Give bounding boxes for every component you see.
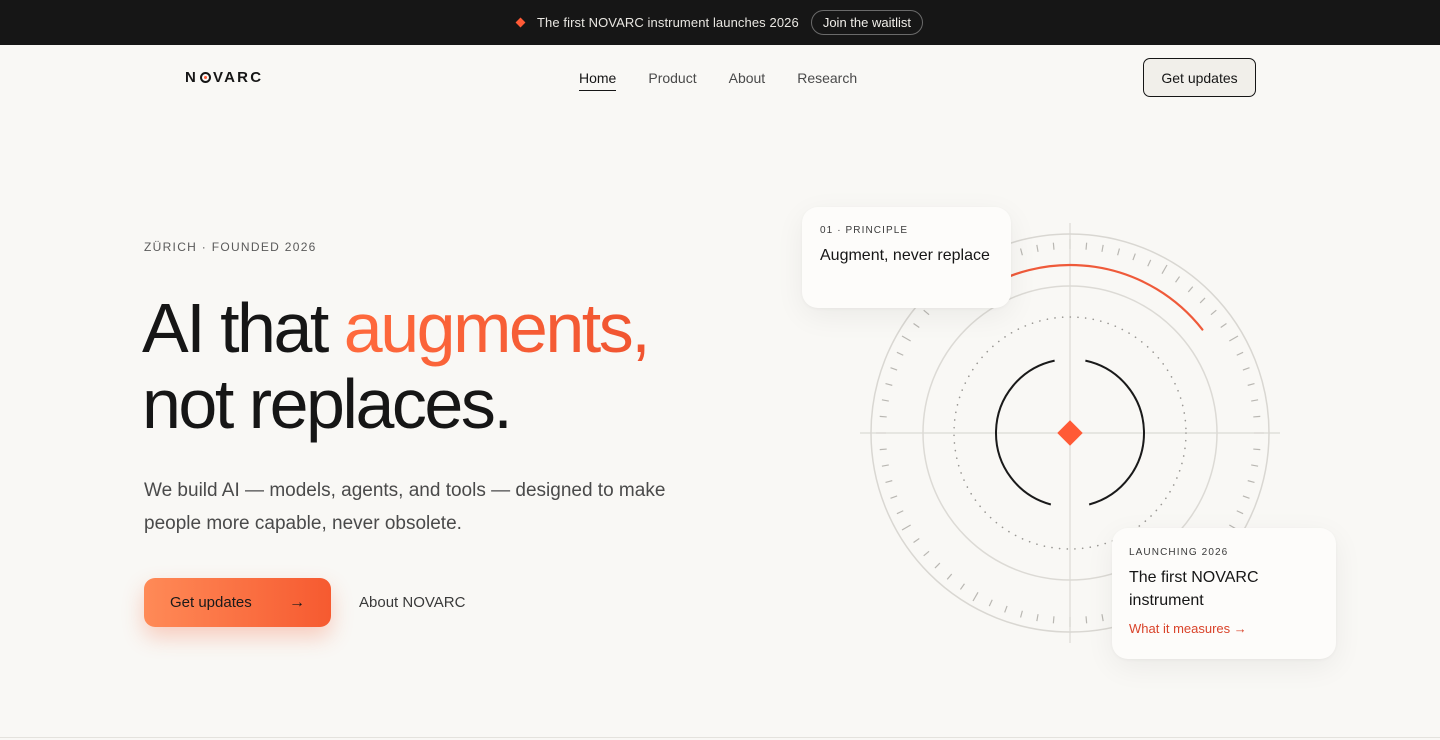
nav-link-research[interactable]: Research	[797, 70, 857, 91]
dial-tick	[896, 510, 904, 515]
dial-tick	[1052, 242, 1055, 250]
dial-tick	[1019, 610, 1023, 618]
logo-text-start: N	[185, 69, 199, 86]
dial-tick	[890, 495, 898, 499]
dial-tick	[901, 524, 911, 531]
center-diamond-icon	[1057, 420, 1083, 446]
dial-tick	[913, 538, 920, 544]
dial-tick	[1251, 464, 1259, 467]
launch-kicker: LAUNCHING 2026	[1129, 547, 1229, 558]
hero-headline: AI that augments, not replaces.	[142, 290, 762, 442]
dial-tick	[1085, 242, 1088, 250]
dial-tick	[972, 592, 979, 602]
dial-tick	[1132, 253, 1136, 261]
announcement-bar: The first NOVARC instrument launches 202…	[0, 0, 1440, 45]
principle-card: 01 · PRINCIPLE Augment, never replace	[802, 207, 1011, 308]
dial-tick	[1052, 616, 1055, 624]
dial-tick	[1147, 259, 1152, 267]
dial-tick	[1187, 286, 1194, 293]
hero-eyebrow: ZÜRICH · FOUNDED 2026	[144, 240, 317, 254]
nav-link-about[interactable]: About	[729, 70, 766, 91]
dial-tick	[1236, 510, 1244, 515]
announcement-text: The first NOVARC instrument launches 202…	[537, 15, 799, 30]
principle-kicker: 01 · PRINCIPLE	[820, 225, 909, 236]
dial-tick	[1019, 248, 1023, 256]
dial-tick	[1253, 448, 1261, 451]
dial-tick	[1242, 367, 1250, 371]
dial-tick	[1004, 605, 1008, 613]
dial-tick	[1036, 244, 1039, 252]
get-updates-hero-button[interactable]: Get updates →	[144, 578, 331, 627]
logo-o-mark-icon	[200, 72, 212, 83]
dial-tick	[885, 480, 893, 484]
dial-tick	[1036, 614, 1039, 622]
dial-tick	[946, 573, 953, 580]
what-it-measures-link[interactable]: What it measures →	[1129, 621, 1319, 636]
join-waitlist-button[interactable]: Join the waitlist	[810, 10, 923, 35]
dial-tick	[896, 351, 904, 356]
dial-tick	[988, 599, 993, 607]
launch-title: The first NOVARC instrument	[1129, 569, 1259, 609]
headline-part-1: AI that	[142, 289, 344, 367]
dial-tick	[1229, 335, 1239, 342]
dial-tick	[1101, 244, 1104, 252]
novarc-logo[interactable]: N VARC	[185, 69, 263, 86]
about-novarc-link[interactable]: About NOVARC	[359, 594, 465, 611]
dial-tick	[923, 309, 930, 316]
dial-tick	[879, 415, 887, 418]
launch-card: LAUNCHING 2026 The first NOVARC instrume…	[1112, 528, 1336, 659]
nav-links: Home Product About Research	[579, 70, 857, 91]
section-divider	[0, 737, 1440, 738]
dial-tick	[1242, 495, 1250, 499]
dial-tick	[959, 583, 965, 590]
dial-tick	[890, 367, 898, 371]
arrow-right-icon: →	[289, 593, 305, 611]
dial-tick	[913, 322, 920, 328]
hero-subcopy: We build AI — models, agents, and tools …	[144, 480, 666, 534]
headline-accent: augments,	[343, 289, 651, 367]
main-nav: N VARC Home Product About Research Get u…	[0, 45, 1440, 111]
get-updates-hero-label: Get updates	[170, 594, 252, 611]
nav-link-home[interactable]: Home	[579, 70, 617, 91]
dial-tick	[881, 464, 889, 467]
nav-link-product[interactable]: Product	[648, 70, 696, 91]
dial-tick	[923, 550, 930, 557]
logo-text-end: VARC	[213, 69, 264, 86]
dial-tick	[901, 335, 911, 342]
dial-tick	[1247, 480, 1255, 484]
dial-tick	[934, 562, 941, 569]
dial-tick	[885, 382, 893, 386]
get-updates-nav-button[interactable]: Get updates	[1143, 58, 1256, 97]
principle-title: Augment, never replace	[820, 247, 990, 264]
diamond-icon	[515, 17, 526, 28]
dial-tick	[1253, 415, 1261, 418]
dial-tick	[1199, 297, 1206, 304]
dial-tick	[1236, 351, 1244, 356]
dial-tick	[1101, 614, 1104, 622]
dial-tick	[1117, 248, 1121, 256]
dial-tick	[881, 399, 889, 402]
dial-tick	[1251, 399, 1259, 402]
dial-tick	[1247, 382, 1255, 386]
dial-tick	[1210, 309, 1217, 316]
dial-tick	[1085, 616, 1088, 624]
dial-tick	[879, 448, 887, 451]
headline-part-2: not replaces.	[142, 365, 513, 443]
dial-tick	[1161, 264, 1168, 274]
dial-tick	[1175, 276, 1181, 283]
dial-tick	[1220, 322, 1227, 328]
